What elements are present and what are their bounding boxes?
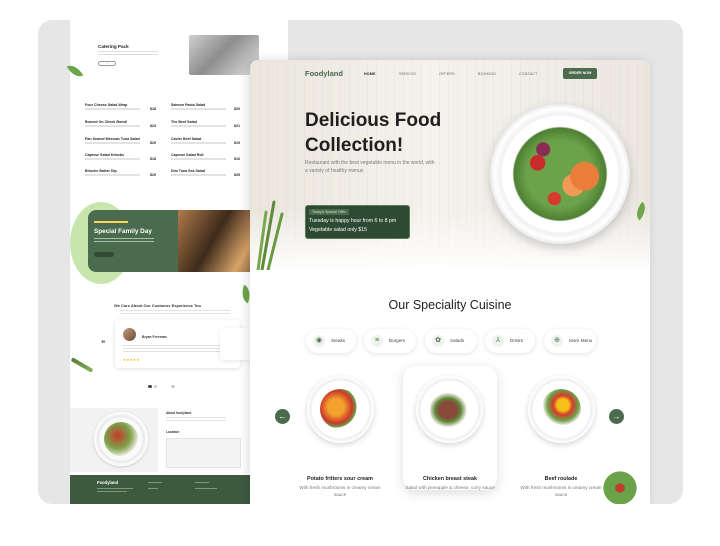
testimonials-subtitle-lines xyxy=(120,310,230,315)
caprese-image xyxy=(104,422,138,456)
hero-subtitle: Restaurant with the best vegetable menu … xyxy=(305,160,435,174)
nav-contact[interactable]: CONTACT xyxy=(519,72,538,76)
footer-text-line xyxy=(97,488,133,489)
dish-description: Salad with pineapple & cheese, curry sau… xyxy=(405,485,495,490)
menu-item: Four Cheese Salad Wrap xyxy=(85,103,157,110)
testimonials-title: We Care About Our Customer Experience To… xyxy=(114,303,202,308)
salad-bowl-decoration xyxy=(600,468,650,504)
footer-link[interactable] xyxy=(148,488,158,489)
banner-button[interactable] xyxy=(94,252,114,257)
hero-title: Delicious Food Collection! xyxy=(305,110,442,156)
category-more-menu[interactable]: ⊕ More Menu xyxy=(544,329,596,353)
menu-price: $20 xyxy=(234,107,240,111)
menu-item: Salmon Pasta Salad xyxy=(171,103,243,110)
category-drinks[interactable]: ⅄ Drinks xyxy=(485,329,535,353)
site-logo[interactable]: Foodyland xyxy=(305,69,343,78)
offer-label: Today's Special Offer xyxy=(309,209,349,215)
menu-price: $19 xyxy=(234,141,240,145)
order-now-button[interactable]: ORDER NOW xyxy=(563,68,597,79)
catering-text-lines xyxy=(98,51,158,57)
menu-price: $20 xyxy=(150,141,156,145)
catering-image xyxy=(189,35,259,75)
review-text-lines xyxy=(123,345,228,352)
dish-name: Beef roulade xyxy=(544,476,578,482)
salmon-salad-image xyxy=(504,118,616,230)
salad-icon: ✿ xyxy=(432,335,444,347)
location-map[interactable] xyxy=(166,438,241,468)
steak-icon: ◉ xyxy=(313,335,325,347)
footer-column-heading xyxy=(148,482,162,483)
banner-text-lines xyxy=(94,238,154,244)
banner-tag xyxy=(94,221,128,223)
rating-stars: ★★★★★ xyxy=(123,358,140,362)
menu-item: Caprese Salad Roll xyxy=(171,153,243,160)
menu-item: Caprese Salad Kebobs xyxy=(85,153,157,160)
location-title: Location xyxy=(166,430,180,434)
menu-item: The Beef Salad xyxy=(171,120,243,127)
carousel-dots[interactable] xyxy=(148,375,177,393)
menu-price: $25 xyxy=(234,173,240,177)
menu-price: $18 xyxy=(150,157,156,161)
carousel-prev-button[interactable]: ← xyxy=(275,409,290,424)
menu-price: $20 xyxy=(150,173,156,177)
avatar xyxy=(123,328,136,341)
offer-text: Tuesday is happy hour from 6 to 8 pm Veg… xyxy=(309,218,397,233)
carousel-next-button[interactable]: → xyxy=(609,409,624,424)
potato-fritters-image xyxy=(320,389,360,429)
burger-icon: ≡ xyxy=(371,335,383,347)
dish-description: With fresh mushrooms in creamy cream sau… xyxy=(520,485,602,497)
footer-text-line xyxy=(97,491,127,492)
catering-button[interactable]: › xyxy=(98,61,116,66)
category-steaks[interactable]: ◉ Steaks xyxy=(306,329,356,353)
footer-logo: Foodyland xyxy=(97,480,119,485)
dish-name: Chicken breast steak xyxy=(423,476,477,482)
category-burgers[interactable]: ≡ Burgers xyxy=(364,329,416,353)
category-label: More Menu xyxy=(569,338,593,343)
banner-title: Special Family Day xyxy=(94,228,152,235)
footer-link[interactable] xyxy=(195,488,217,489)
nav-booking[interactable]: BOOKING xyxy=(478,72,496,76)
main-page-preview: Foodyland HOME SERVICE OFFERS BOOKING CO… xyxy=(250,60,650,504)
dish-description: With fresh mushrooms in creamy cream sau… xyxy=(299,485,381,497)
about-text-lines xyxy=(166,417,226,422)
nav-offers[interactable]: OFFERS xyxy=(439,72,455,76)
about-title: About foodyland xyxy=(166,411,192,415)
menu-price: $16 xyxy=(234,157,240,161)
presentation-canvas: Catering Pack › Four Cheese Salad Wrap $… xyxy=(38,20,683,504)
dish-name: Potato fritters sour cream xyxy=(307,476,373,482)
menu-item: Brioche Butter Dip xyxy=(85,169,157,176)
carousel-dot[interactable] xyxy=(148,384,152,388)
menu-price: $23 xyxy=(150,124,156,128)
menu-item: Dim Tuna Sea Salad xyxy=(171,169,243,176)
menu-item: Pan Seared Mexican Tuna Salad xyxy=(85,137,157,144)
carousel-dot[interactable] xyxy=(153,384,157,388)
drink-icon: ⅄ xyxy=(492,335,504,347)
reviewer-name: Bryan Freeman xyxy=(142,335,167,339)
category-salads[interactable]: ✿ Salads xyxy=(425,329,477,353)
menu-price: $18 xyxy=(150,107,156,111)
carousel-dot[interactable] xyxy=(171,384,175,388)
menu-item: Cavier Beef Salad xyxy=(171,137,243,144)
menu-price: $21 xyxy=(234,124,240,128)
category-label: Salads xyxy=(450,338,465,343)
menu-item: Burned On Cheek Boesli xyxy=(85,120,157,127)
asparagus-decoration xyxy=(256,200,284,270)
nav-service[interactable]: SERVICE xyxy=(399,72,416,76)
family-day-banner: Special Family Day xyxy=(88,210,273,272)
footer-column-heading xyxy=(195,482,209,483)
category-label: Burgers xyxy=(389,338,406,343)
speciality-title: Our Speciality Cuisine xyxy=(388,298,512,312)
catering-title: Catering Pack xyxy=(98,44,129,49)
category-label: Steaks xyxy=(331,338,346,343)
quote-mark-left: ❝ xyxy=(101,339,106,348)
beef-roulade-image xyxy=(541,389,581,429)
more-menu-icon: ⊕ xyxy=(551,335,563,347)
category-label: Drinks xyxy=(510,338,524,343)
nav-home[interactable]: HOME xyxy=(364,72,376,76)
chicken-steak-image xyxy=(430,390,470,430)
